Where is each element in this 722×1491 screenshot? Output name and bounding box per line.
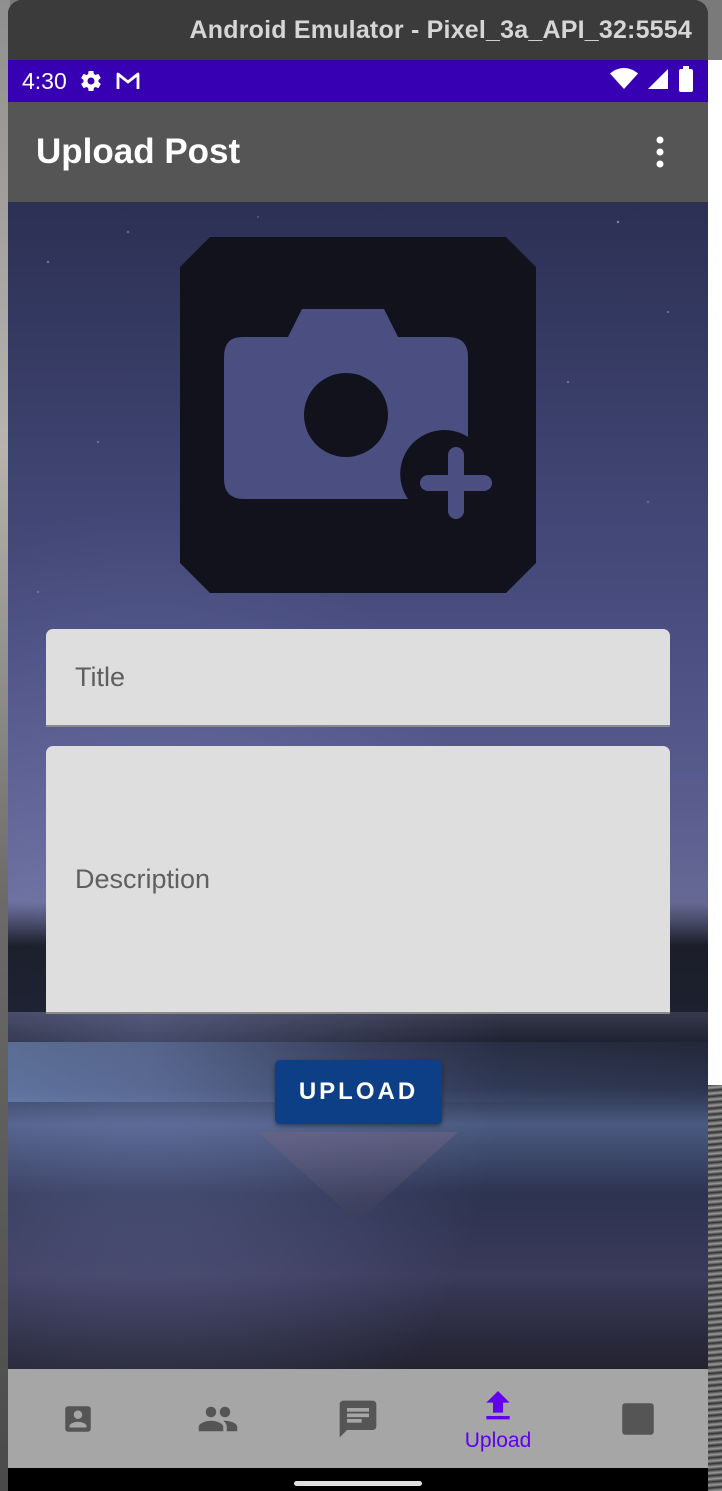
nav-item-messages[interactable] bbox=[288, 1369, 428, 1468]
account-box-icon bbox=[65, 1405, 91, 1432]
upload-button[interactable]: UPLOAD bbox=[275, 1060, 442, 1124]
emulator-window: Android Emulator - Pixel_3a_API_32:5554 … bbox=[8, 0, 708, 1491]
image-picker-button[interactable] bbox=[180, 237, 536, 593]
chat-icon bbox=[339, 1400, 377, 1437]
square-icon bbox=[622, 1402, 654, 1435]
app-bar: Upload Post bbox=[8, 102, 708, 202]
gesture-area bbox=[8, 1468, 708, 1491]
status-time: 4:30 bbox=[22, 67, 67, 94]
add-a-photo-icon bbox=[224, 309, 492, 519]
battery-icon bbox=[678, 65, 694, 97]
gmail-icon bbox=[115, 70, 141, 92]
home-gesture-pill[interactable] bbox=[294, 1481, 422, 1486]
wifi-icon bbox=[610, 67, 638, 95]
nav-item-more[interactable] bbox=[568, 1369, 708, 1468]
desktop-background-right-bottom bbox=[706, 1085, 722, 1491]
nav-label-upload: Upload bbox=[464, 1428, 532, 1452]
nav-item-friends[interactable] bbox=[148, 1369, 288, 1468]
gear-icon bbox=[79, 69, 103, 93]
upload-icon bbox=[486, 1390, 510, 1419]
description-field[interactable]: Description bbox=[46, 746, 670, 1014]
background-reflection bbox=[258, 1132, 458, 1222]
nav-item-profile[interactable] bbox=[8, 1369, 148, 1468]
status-bar: 4:30 bbox=[8, 60, 708, 102]
bottom-navigation: Upload bbox=[8, 1369, 708, 1468]
nav-item-upload[interactable]: Upload bbox=[428, 1369, 568, 1468]
description-placeholder: Description bbox=[75, 863, 211, 894]
people-icon bbox=[198, 1406, 238, 1431]
window-title-bar[interactable]: Android Emulator - Pixel_3a_API_32:5554 bbox=[8, 0, 708, 60]
more-vert-icon bbox=[656, 136, 664, 168]
title-field[interactable]: Title bbox=[46, 629, 670, 727]
page-title: Upload Post bbox=[36, 132, 241, 171]
more-options-button[interactable] bbox=[640, 122, 680, 182]
signal-icon bbox=[646, 67, 670, 96]
content-area: Title Description UPLOAD bbox=[8, 202, 708, 1369]
window-title: Android Emulator - Pixel_3a_API_32:5554 bbox=[189, 15, 692, 44]
title-placeholder: Title bbox=[75, 661, 126, 692]
